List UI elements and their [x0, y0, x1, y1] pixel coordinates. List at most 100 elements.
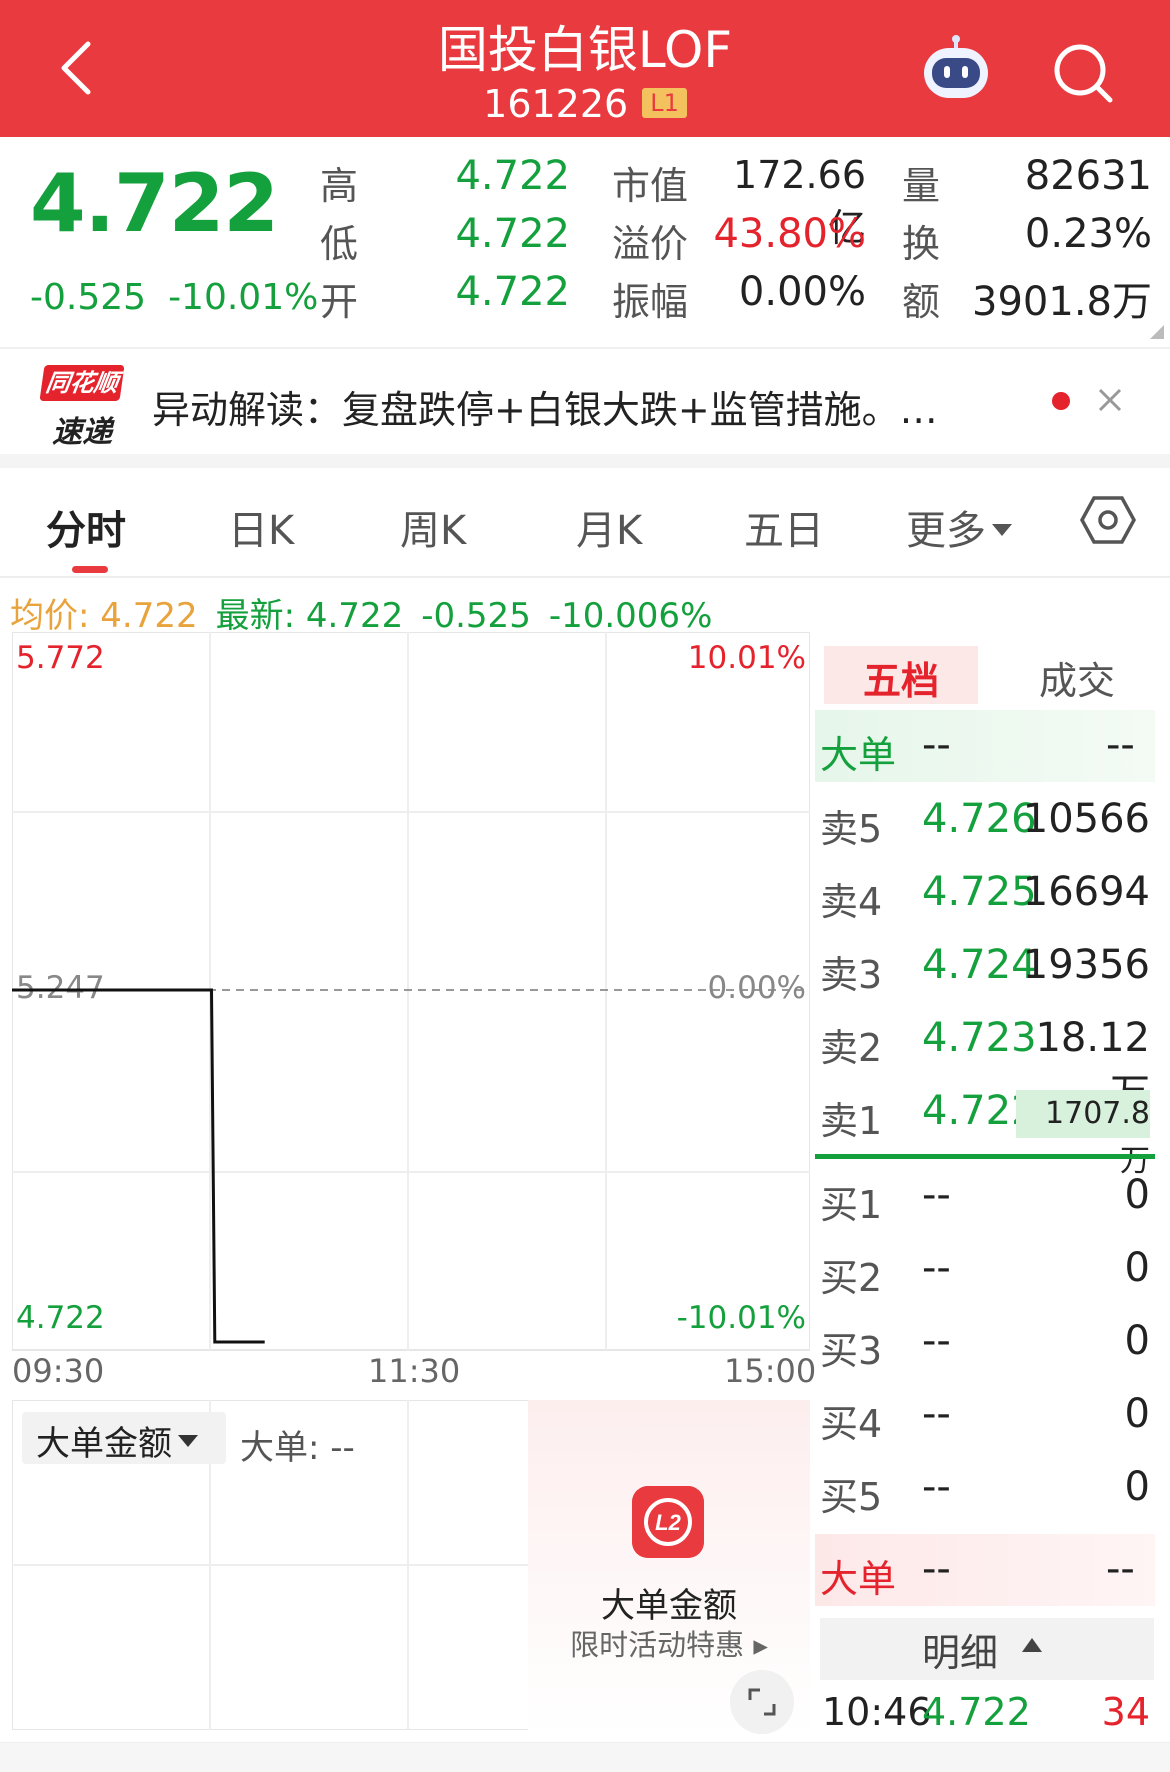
bid-row-label: 买2 — [820, 1256, 883, 1300]
bid-row-label: 买4 — [820, 1402, 883, 1446]
high-value: 4.722 — [455, 153, 570, 199]
amount-value: 3901.8万 — [972, 279, 1152, 325]
promo-title: 大单金额 — [601, 1586, 737, 1626]
bid-row-price[interactable]: -- — [922, 1318, 951, 1364]
expand-corner-icon[interactable] — [1150, 325, 1164, 339]
x-tick-start: 09:30 — [12, 1352, 105, 1390]
bid-row-volume: 0 — [1124, 1318, 1150, 1364]
tick-price: 4.722 — [922, 1690, 1031, 1734]
bid-row-price[interactable]: -- — [922, 1391, 951, 1437]
fullscreen-icon[interactable] — [730, 1670, 794, 1734]
page-title: 国投白银LOF — [437, 21, 733, 79]
avg-price: 均价: 4.722 — [10, 596, 198, 636]
l2-icon: L2 — [632, 1486, 704, 1558]
chevron-down-icon — [992, 524, 1012, 536]
detail-label: 明细 — [922, 1631, 999, 1675]
latest-price: 最新: 4.722 — [215, 596, 404, 636]
news-banner[interactable]: 同花顺 速递 异动解读：复盘跌停+白银大跌+监管措施。… — [0, 347, 1170, 454]
top-bar: 国投白银LOF 161226 L1 — [0, 0, 1170, 137]
y-tick-right: 10.01% — [688, 640, 806, 676]
intraday-summary: 均价: 4.722 最新: 4.722 -0.525 -10.006% — [10, 588, 712, 637]
unread-dot-icon — [1052, 392, 1070, 410]
y-tick-left: 5.247 — [16, 970, 105, 1006]
promo-subtitle[interactable]: 限时活动特惠 ▸ — [528, 1622, 810, 1664]
ask-row-label: 卖2 — [820, 1026, 883, 1070]
bottom-big-order-b: -- — [1106, 1546, 1135, 1592]
indicator-select[interactable]: 大单金额 — [22, 1412, 226, 1464]
ask-row-volume: 1707.8万 — [1016, 1090, 1150, 1179]
big-order-value: 大单: -- — [240, 1428, 355, 1468]
ask-row-volume: 19356 — [1022, 942, 1150, 988]
price-change: -0.525 -10.01% — [30, 277, 318, 318]
ask-row-volume: 10566 — [1022, 796, 1150, 842]
ask-row-label: 卖5 — [820, 807, 883, 851]
ask-row-label: 卖1 — [820, 1099, 883, 1143]
change-value: -0.525 — [30, 277, 147, 318]
settings-hexagon-icon[interactable] — [1080, 492, 1136, 548]
svg-text:L2: L2 — [655, 1510, 681, 1535]
amount-label: 额 — [902, 280, 941, 324]
turnover-label: 换 — [902, 222, 941, 266]
stock-code: 161226 — [483, 82, 629, 126]
bid-row-price[interactable]: -- — [922, 1245, 951, 1291]
tab-intraday[interactable]: 分时 — [46, 498, 126, 556]
tab-weekly-k[interactable]: 周K — [400, 498, 466, 556]
y-tick-left: 4.722 — [16, 1300, 105, 1336]
close-icon[interactable] — [1092, 382, 1128, 418]
tab-more[interactable]: 更多 — [906, 498, 1012, 556]
y-tick-right: 0.00% — [708, 970, 806, 1006]
summary-change-pct: -10.006% — [548, 596, 713, 636]
chevron-down-icon — [178, 1435, 198, 1447]
bottom-toolbar-edge — [0, 1742, 1170, 1772]
tab-monthly-k[interactable]: 月K — [576, 498, 642, 556]
intraday-chart[interactable]: 5.772 5.247 4.722 10.01% 0.00% -10.01% — [12, 632, 810, 1352]
open-label: 开 — [320, 280, 359, 324]
news-logo: 同花顺 速递 — [36, 365, 125, 450]
top-big-order-label: 大单 — [820, 733, 897, 777]
robot-assistant-icon[interactable] — [918, 34, 994, 104]
quote-panel: 4.722 -0.525 -10.01% 高 4.722 低 4.722 开 4.… — [0, 137, 1170, 347]
ask-row-label: 卖4 — [820, 880, 883, 924]
summary-change: -0.525 — [421, 596, 531, 636]
tab-trades[interactable]: 成交 — [1000, 646, 1154, 705]
bid-row-price[interactable]: -- — [922, 1172, 951, 1218]
market-cap-label: 市值 — [612, 164, 689, 208]
tick-time: 10:46 — [822, 1690, 932, 1734]
bid-row-price[interactable]: -- — [922, 1464, 951, 1510]
bid-row-label: 买1 — [820, 1183, 883, 1227]
x-tick-end: 15:00 — [724, 1352, 817, 1390]
tab-five-day[interactable]: 五日 — [744, 498, 824, 556]
chart-tabs: 分时 日K 周K 月K 五日 更多 — [0, 468, 1170, 578]
turnover-value: 0.23% — [1024, 211, 1152, 257]
news-headline[interactable]: 异动解读：复盘跌停+白银大跌+监管措施。… — [152, 379, 938, 434]
amplitude-value: 0.00% — [738, 269, 866, 315]
change-percent: -10.01% — [168, 277, 319, 318]
ask-row-label: 卖3 — [820, 953, 883, 997]
chevron-up-icon — [1022, 1638, 1042, 1652]
tick-volume: 34 — [1101, 1690, 1150, 1734]
bid-row-volume: 0 — [1124, 1245, 1150, 1291]
tab-daily-k[interactable]: 日K — [228, 498, 294, 556]
bottom-big-order-label: 大单 — [820, 1557, 897, 1601]
low-value: 4.722 — [455, 211, 570, 257]
bid-row-volume: 0 — [1124, 1172, 1150, 1218]
section-divider — [0, 454, 1170, 468]
premium-label: 溢价 — [612, 222, 689, 266]
x-tick-mid: 11:30 — [368, 1352, 461, 1390]
amplitude-label: 振幅 — [612, 280, 689, 324]
y-tick-right: -10.01% — [677, 1300, 806, 1336]
level-badge: L1 — [642, 88, 687, 118]
high-label: 高 — [320, 164, 359, 208]
open-value: 4.722 — [455, 269, 570, 315]
active-tab-indicator — [72, 566, 108, 573]
tab-five-levels[interactable]: 五档 — [824, 646, 978, 704]
search-icon[interactable] — [1050, 40, 1116, 106]
top-big-order-a: -- — [922, 722, 951, 768]
volume-value: 82631 — [1024, 153, 1152, 199]
y-tick-left: 5.772 — [16, 640, 105, 676]
ask-row-volume: 16694 — [1022, 869, 1150, 915]
bid-ask-divider — [815, 1154, 1155, 1159]
bottom-big-order-a: -- — [922, 1546, 951, 1592]
bid-row-volume: 0 — [1124, 1464, 1150, 1510]
bid-row-volume: 0 — [1124, 1391, 1150, 1437]
